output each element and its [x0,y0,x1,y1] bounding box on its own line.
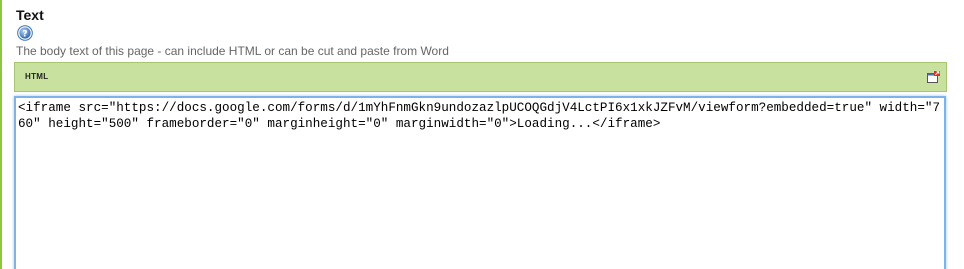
editor-toolbar: HTML [14,62,947,92]
svg-text:?: ? [22,29,27,39]
maximize-icon[interactable] [927,71,940,83]
html-source-textarea[interactable]: <iframe src="https://docs.google.com/for… [14,96,946,269]
field-description: The body text of this page - can include… [16,44,449,58]
help-icon[interactable]: ? [17,25,33,41]
text-field-panel: Text ? The body text of this page - can … [0,0,964,269]
html-mode-button[interactable]: HTML [25,72,48,81]
field-title: Text [16,7,44,23]
